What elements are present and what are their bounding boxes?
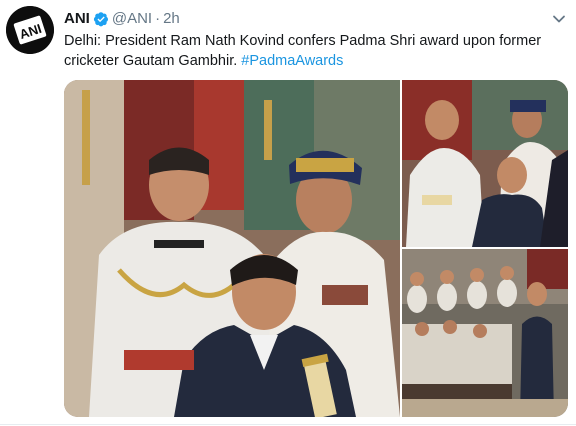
avatar[interactable]: ANI [6,6,54,54]
media-grid [64,80,568,417]
separator-dot: · [155,10,161,27]
photo-top-right[interactable] [402,80,568,247]
tweet-timestamp[interactable]: 2h [163,9,180,29]
hashtag-link[interactable]: #PadmaAwards [241,53,343,69]
photo-main[interactable] [64,80,400,417]
author-handle[interactable]: @ANI [112,9,152,29]
author-name[interactable]: ANI [64,9,90,29]
tweet-card[interactable]: ANI ANI @ANI · 2h Delhi: President Ram N… [0,0,576,426]
photo-main-image [64,80,400,417]
photo-top-right-image [402,80,568,247]
divider [0,424,576,425]
verified-badge-icon [93,12,108,27]
photo-bottom-right[interactable] [402,249,568,417]
photo-bottom-right-image [402,249,568,417]
chevron-down-icon[interactable] [552,12,566,26]
tweet-text: Delhi: President Ram Nath Kovind confers… [64,31,559,71]
ani-logo-icon: ANI [6,6,54,54]
tweet-header: ANI @ANI · 2h [64,9,180,29]
